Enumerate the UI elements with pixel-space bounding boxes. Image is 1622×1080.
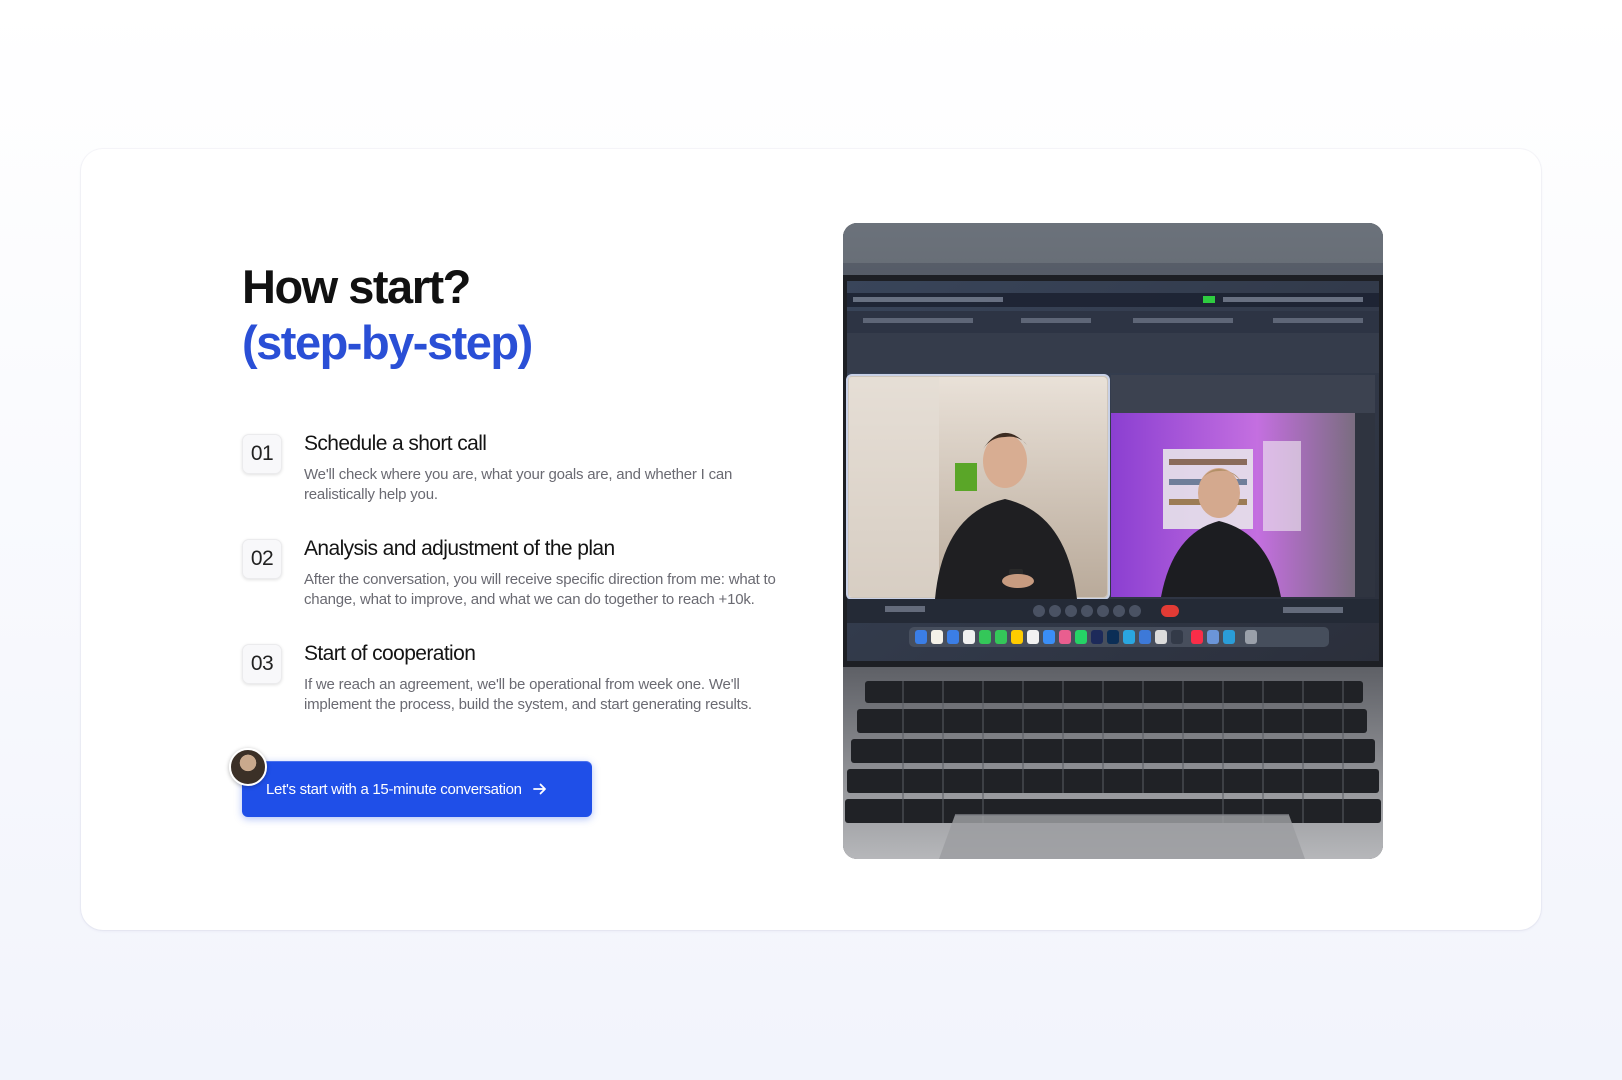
step-number-badge: 02: [242, 539, 282, 579]
step-title: Analysis and adjustment of the plan: [304, 537, 615, 560]
step-number-badge: 01: [242, 434, 282, 474]
section-title: How start?: [242, 260, 471, 313]
step-item-3: 03 Start of cooperation If we reach an a…: [242, 641, 822, 746]
step-item-2: 02 Analysis and adjustment of the plan A…: [242, 536, 822, 641]
arrow-right-icon: [532, 783, 546, 795]
step-description: After the conversation, you will receive…: [304, 571, 776, 608]
video-call-photo: [843, 223, 1383, 859]
step-description: If we reach an agreement, we'll be opera…: [304, 676, 752, 713]
laptop-video-call-illustration: [843, 223, 1383, 859]
content-column: How start? (step-by-step) 01 Schedule a …: [242, 259, 822, 746]
cta-wrapper: Let's start with a 15-minute conversatio…: [229, 748, 592, 817]
avatar: [229, 748, 267, 786]
cta-label: Let's start with a 15-minute conversatio…: [266, 780, 522, 798]
step-item-1: 01 Schedule a short call We'll check whe…: [242, 431, 822, 536]
step-number-badge: 03: [242, 644, 282, 684]
step-title: Schedule a short call: [304, 432, 487, 455]
steps-list: 01 Schedule a short call We'll check whe…: [242, 431, 822, 746]
how-start-card: How start? (step-by-step) 01 Schedule a …: [81, 149, 1541, 930]
step-title: Start of cooperation: [304, 642, 476, 665]
section-subtitle: (step-by-step): [242, 316, 533, 369]
start-conversation-button[interactable]: Let's start with a 15-minute conversatio…: [242, 761, 592, 817]
step-description: We'll check where you are, what your goa…: [304, 466, 733, 503]
